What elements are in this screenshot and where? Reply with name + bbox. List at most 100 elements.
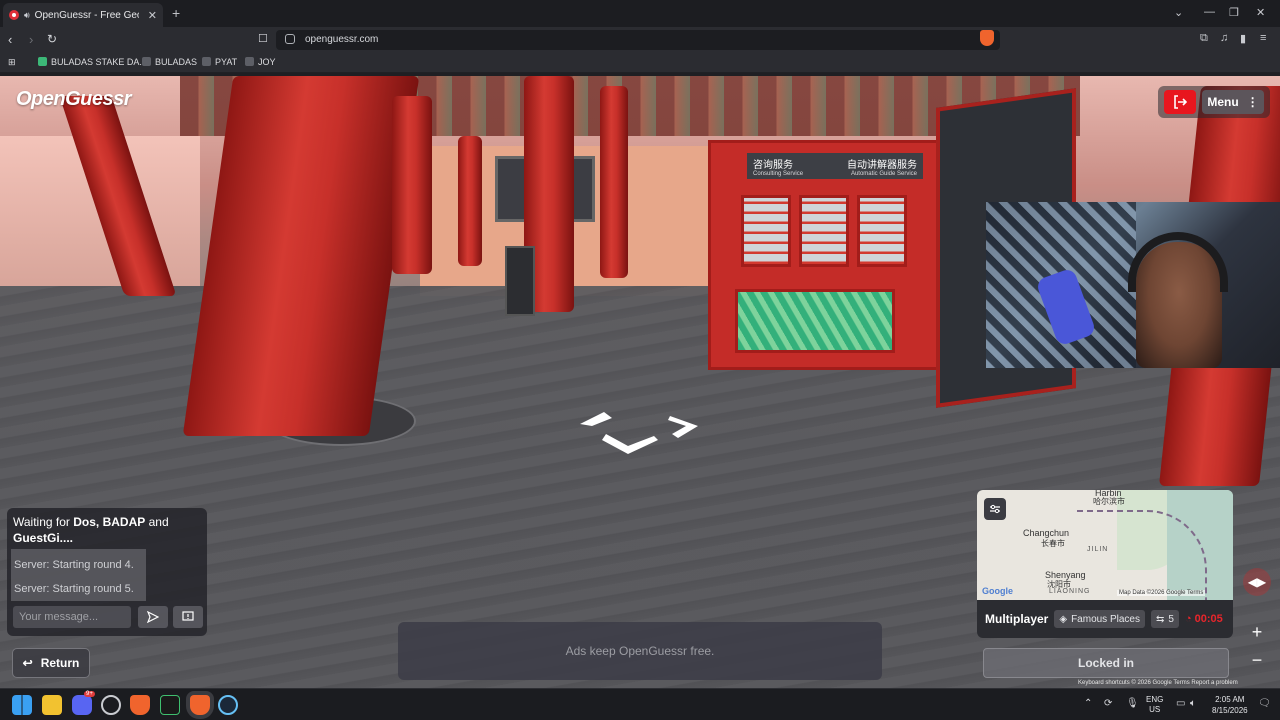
- ad-banner: Ads keep OpenGuessr free.: [398, 622, 882, 680]
- chat-message-input[interactable]: [13, 606, 131, 628]
- report-icon: [182, 611, 194, 621]
- bookmark-icon[interactable]: ☐: [258, 32, 268, 45]
- guess-map[interactable]: Harbin 哈尔滨市 Changchun 长春市 JILIN Shenyang…: [977, 490, 1233, 600]
- booth-tile-panel: [735, 289, 895, 353]
- minimap-panel: Harbin 哈尔滨市 Changchun 长春市 JILIN Shenyang…: [977, 490, 1233, 638]
- steam-icon[interactable]: [218, 695, 238, 715]
- navigation-arrows-icon[interactable]: [574, 406, 704, 456]
- opera-favicon-icon: [9, 10, 19, 20]
- booth-sign: 咨询服务 自动讲解器服务 Consulting Service Automatic …: [747, 153, 923, 179]
- google-logo: Google: [982, 586, 1013, 596]
- bookmark-buladas[interactable]: BULADAS: [142, 57, 197, 67]
- menu-button[interactable]: Menu ⋮: [1202, 90, 1264, 114]
- info-stand: [505, 246, 535, 316]
- language-indicator[interactable]: ENG US: [1146, 695, 1163, 715]
- address-bar[interactable]: openguessr.com: [276, 30, 1000, 50]
- restore-icon[interactable]: ❐: [1229, 6, 1239, 19]
- file-explorer-icon[interactable]: [42, 695, 62, 715]
- reload-icon[interactable]: ↻: [47, 32, 57, 46]
- chat-log[interactable]: Server: Starting round 4. Server: Starti…: [11, 549, 146, 601]
- map-label-jilin: JILIN: [1087, 546, 1109, 553]
- stake-s-icon: [142, 57, 151, 66]
- new-tab-icon[interactable]: +: [172, 5, 180, 21]
- bookmarks-bar: ⊞ BULADAS STAKE DA... BULADAS PYAT JOY: [0, 53, 1280, 73]
- map-label-liaoning: LIAONING: [1049, 588, 1091, 595]
- audio-playing-icon[interactable]: 🔊︎: [24, 10, 30, 21]
- map-label-harbin-cn: 哈尔滨市: [1093, 497, 1125, 506]
- sync-icon[interactable]: ⟳: [1104, 698, 1112, 709]
- zoom-in-button[interactable]: +: [1243, 618, 1271, 646]
- browser-tab-openguessr[interactable]: 🔊︎ OpenGuessr - Free GeoGuessr ✕: [3, 3, 163, 27]
- tab-search-chevron-icon[interactable]: ⌄: [1174, 6, 1183, 19]
- url-text[interactable]: openguessr.com: [305, 34, 378, 45]
- send-message-button[interactable]: [138, 606, 168, 628]
- stake-s-icon: [202, 57, 211, 66]
- map-settings-button[interactable]: [984, 498, 1006, 520]
- map-label-changchun-cn: 长春市: [1041, 539, 1065, 548]
- layers-icon: ◈: [1059, 613, 1068, 625]
- map-label-changchun: Changchun: [1023, 528, 1070, 538]
- waiting-status: Waiting for Dos, BADAP and GuestGi....: [13, 515, 169, 545]
- sidebar-icon[interactable]: ▮: [1240, 32, 1246, 45]
- map-attribution[interactable]: Map Data ©2026 Google Terms: [1117, 590, 1206, 596]
- extensions-icon[interactable]: ⧉: [1200, 32, 1208, 45]
- browser-tabbar: 🔊︎ OpenGuessr - Free GeoGuessr ✕ + ⌄ — ❐…: [0, 0, 1280, 27]
- notifications-icon[interactable]: 🗨︎: [1258, 698, 1271, 709]
- booth-window: [799, 195, 849, 267]
- booth-window: [857, 195, 907, 267]
- red-pillar: [392, 96, 432, 274]
- terminal-app-icon[interactable]: [160, 695, 180, 715]
- round-timer: ◔ 00:05: [1184, 613, 1223, 625]
- zoom-out-button[interactable]: −: [1243, 646, 1271, 674]
- booth-window: [741, 195, 791, 267]
- category-chip: ◈ Famous Places: [1054, 610, 1145, 628]
- system-clock[interactable]: 2:05 AM 8/15/2026: [1212, 694, 1248, 716]
- windows-start-icon[interactable]: [12, 695, 32, 715]
- webcam-overlay: [986, 202, 1280, 368]
- discord-badge: 9+: [84, 691, 95, 697]
- map-footer-links[interactable]: Keyboard shortcuts © 2026 Google Terms R…: [1078, 680, 1238, 686]
- chat-message: Server: Starting round 5.: [14, 583, 134, 595]
- bookmark-buladas-stake[interactable]: BULADAS STAKE DA...: [38, 57, 147, 67]
- compass-icon[interactable]: ◀▶: [1243, 568, 1271, 596]
- tray-overflow-icon[interactable]: ⌃: [1084, 698, 1092, 709]
- red-pillar: [458, 136, 482, 266]
- microphone-icon[interactable]: 🎙︎: [1126, 698, 1139, 709]
- menu-label: Menu: [1207, 95, 1239, 109]
- sliders-icon: [990, 504, 1000, 514]
- volume-icon[interactable]: 🔈︎: [1190, 698, 1196, 709]
- kebab-menu-icon: ⋮: [1246, 95, 1259, 109]
- close-window-icon[interactable]: ✕: [1256, 6, 1265, 19]
- consulting-booth: 咨询服务 自动讲解器服务 Consulting Service Automatic …: [708, 140, 946, 370]
- send-icon: [147, 611, 159, 623]
- tab-close-icon[interactable]: ✕: [148, 9, 157, 22]
- bookmark-joy[interactable]: JOY: [245, 57, 276, 67]
- minimize-icon[interactable]: —: [1204, 6, 1215, 18]
- apps-grid-icon[interactable]: ⊞: [8, 57, 16, 68]
- stake-favicon-icon: [38, 57, 47, 66]
- chat-message: Server: Starting round 4.: [14, 559, 134, 571]
- logout-icon: [1174, 95, 1187, 109]
- discord-icon[interactable]: 9+: [72, 691, 95, 715]
- site-info-icon[interactable]: [285, 34, 295, 44]
- back-icon[interactable]: ‹: [8, 32, 12, 47]
- clock-app-icon[interactable]: [101, 695, 121, 715]
- locked-in-button[interactable]: Locked in: [983, 648, 1229, 678]
- report-message-button[interactable]: [173, 606, 203, 628]
- brave-active-icon[interactable]: [190, 695, 210, 715]
- exit-game-button[interactable]: [1164, 90, 1196, 114]
- network-icon[interactable]: ▭: [1176, 698, 1185, 709]
- browser-menu-icon[interactable]: ≡: [1260, 32, 1266, 44]
- bookmark-pyat[interactable]: PYAT: [202, 57, 237, 67]
- stake-s-icon: [245, 57, 254, 66]
- return-arrow-icon: ↩: [22, 656, 33, 670]
- return-button[interactable]: ↩ Return: [12, 648, 90, 678]
- top-controls: Menu ⋮: [1158, 86, 1270, 118]
- brave-icon[interactable]: [130, 695, 150, 715]
- rounds-icon: ⇆: [1155, 613, 1165, 625]
- openguessr-logo[interactable]: OpenGuessr: [16, 88, 132, 111]
- forward-icon[interactable]: ›: [29, 32, 33, 47]
- red-pillar: [600, 86, 628, 278]
- media-icon[interactable]: ♫: [1220, 32, 1228, 44]
- brave-shield-icon[interactable]: [980, 30, 994, 46]
